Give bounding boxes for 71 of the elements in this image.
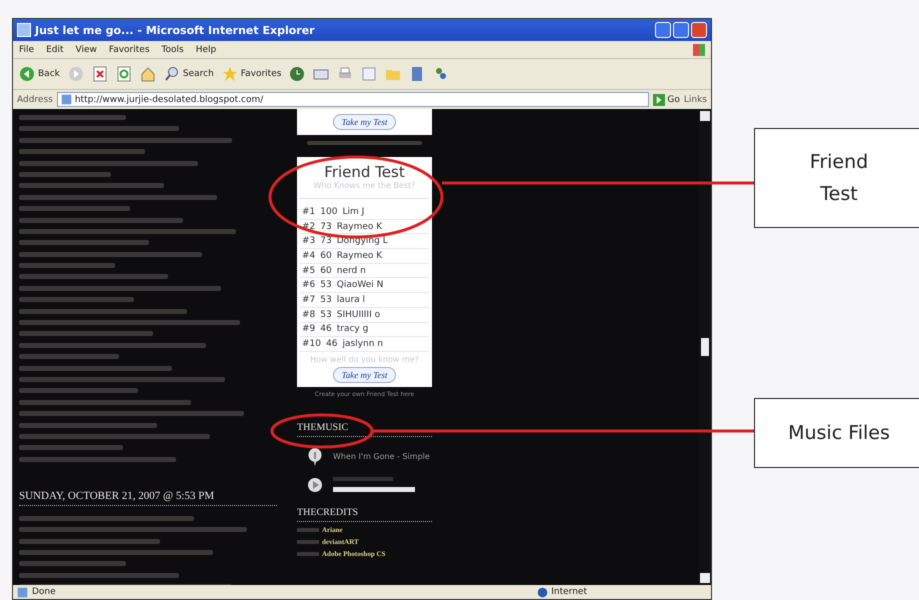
zone-text: Internet: [551, 587, 587, 597]
menu-item[interactable]: Tools: [162, 44, 184, 54]
section-heading: THEMUSIC: [297, 422, 432, 437]
track-title: When I'm Gone - Simple: [333, 452, 430, 462]
take-test-button[interactable]: Take my Test: [332, 366, 396, 383]
stop-icon[interactable]: [92, 66, 108, 82]
address-label: Address: [17, 94, 53, 104]
friend-test-title: Friend Test: [323, 163, 406, 181]
browser-icon: [17, 23, 31, 37]
score: 46: [320, 324, 332, 334]
rank: #5: [302, 266, 316, 276]
player-name: laura l: [336, 294, 366, 305]
close-button[interactable]: [691, 22, 707, 38]
player-name: tracy g: [336, 324, 368, 334]
search-icon: [164, 66, 180, 82]
info-icon: [307, 446, 323, 467]
post-date: SUNDAY, OCTOBER 21, 2007 @ 5:53 PM: [19, 490, 277, 506]
back-button[interactable]: Back: [19, 66, 60, 82]
page-icon: [17, 586, 28, 598]
globe-icon: [537, 586, 548, 598]
search-button[interactable]: Search: [164, 66, 214, 82]
player-name: Dongying L: [336, 236, 388, 246]
menu-item[interactable]: Favorites: [108, 44, 150, 54]
rank: #7: [302, 294, 316, 305]
score: 60: [320, 266, 332, 276]
section-heading: THECREDITS: [297, 506, 432, 522]
links-button[interactable]: Links: [684, 94, 707, 104]
player-name: QiaoWei N: [336, 280, 384, 290]
player-name: Raymeo K: [336, 222, 382, 232]
minimize-button[interactable]: [655, 22, 671, 38]
status-text: Done: [32, 587, 56, 597]
favorites-button[interactable]: Favorites: [222, 66, 282, 82]
rank: #3: [302, 236, 316, 246]
player-name: Lim J: [342, 206, 364, 217]
callout-box: Music Files: [754, 398, 919, 468]
player-name: jaslynn n: [342, 339, 383, 350]
score: 53: [320, 310, 332, 320]
star-icon: [222, 66, 238, 82]
rank: #4: [302, 250, 316, 261]
refresh-icon[interactable]: [116, 66, 132, 82]
rank: #9: [302, 324, 316, 334]
history-icon[interactable]: [289, 66, 306, 82]
menu-item[interactable]: Help: [196, 44, 216, 54]
player-name: Raymeo K: [336, 250, 382, 261]
go-button[interactable]: Go: [653, 94, 680, 106]
address-field[interactable]: http://www.jurjie-desolated.blogspot.com/: [56, 92, 650, 107]
score: 46: [326, 339, 338, 350]
callout-box: Friend Test: [754, 128, 919, 228]
score: 73: [320, 236, 332, 246]
player-name: SIHUIIIII o: [336, 310, 380, 320]
page-icon: [60, 94, 72, 105]
menu-item[interactable]: File: [19, 44, 34, 54]
play-button-icon[interactable]: [307, 476, 323, 493]
home-icon[interactable]: [140, 66, 156, 82]
score: 53: [320, 294, 332, 305]
rank: #10: [302, 339, 321, 350]
scrollbar[interactable]: [699, 109, 711, 585]
rank: #8: [302, 310, 316, 320]
menu-item[interactable]: Edit: [46, 44, 64, 54]
window-title: Just let me go... - Microsoft Internet Explorer: [35, 24, 315, 36]
take-test-button[interactable]: Take my Test: [332, 114, 396, 130]
score: 60: [320, 250, 332, 261]
windows-logo-icon: [693, 44, 705, 56]
score: 73: [320, 222, 332, 232]
rank: #6: [302, 280, 316, 290]
maximize-button[interactable]: [673, 22, 689, 38]
score: 100: [320, 206, 338, 217]
menu-item[interactable]: View: [76, 44, 97, 54]
player-name: nerd n: [336, 266, 366, 276]
rank: #1: [302, 206, 316, 217]
score: 53: [320, 280, 332, 290]
